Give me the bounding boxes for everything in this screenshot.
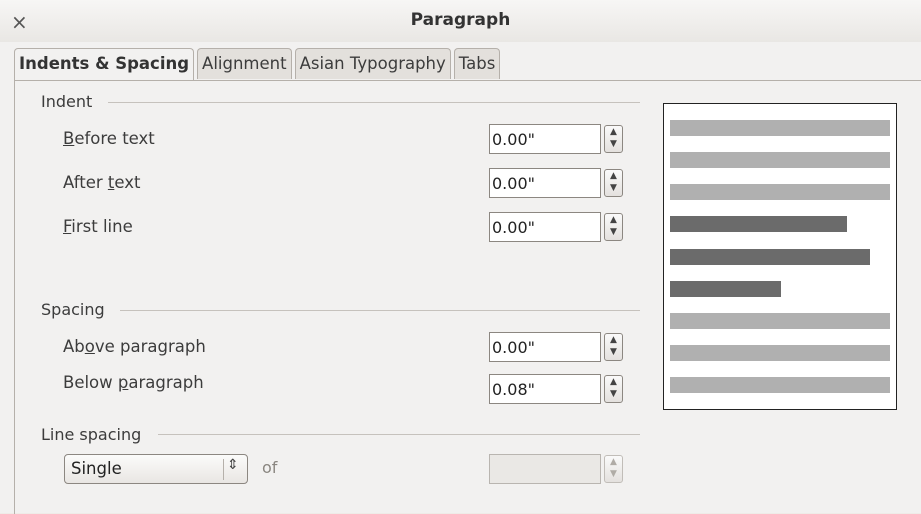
before-text-stepper-icon[interactable]: ▲ ▼ bbox=[604, 125, 623, 153]
spacing-divider bbox=[120, 310, 640, 311]
paragraph-dialog: × Paragraph Indents & Spacing Alignment … bbox=[0, 0, 921, 514]
above-paragraph-spinbox: 0.00" ▲ ▼ bbox=[489, 332, 627, 362]
first-line-stepper-icon[interactable]: ▲ ▼ bbox=[604, 213, 623, 241]
preview-line bbox=[670, 152, 890, 168]
before-text-input[interactable]: 0.00" bbox=[489, 124, 601, 154]
tab-tabs[interactable]: Tabs bbox=[453, 48, 501, 79]
preview-line bbox=[670, 184, 890, 200]
preview-line-current bbox=[670, 249, 870, 265]
title-bar: × Paragraph bbox=[0, 0, 921, 42]
after-text-label: After text bbox=[63, 173, 141, 192]
up-down-chevron-icon: ⇕ bbox=[227, 457, 239, 473]
line-spacing-value-stepper-icon[interactable]: ▲ ▼ bbox=[604, 455, 623, 483]
after-text-input[interactable]: 0.00" bbox=[489, 168, 601, 198]
below-paragraph-spinbox: 0.08" ▲ ▼ bbox=[489, 374, 627, 404]
above-paragraph-stepper-icon[interactable]: ▲ ▼ bbox=[604, 333, 623, 361]
first-line-spinbox: 0.00" ▲ ▼ bbox=[489, 212, 627, 242]
combo-separator bbox=[223, 459, 224, 480]
tab-indents-spacing[interactable]: Indents & Spacing bbox=[14, 48, 195, 81]
line-spacing-value-input[interactable] bbox=[489, 454, 601, 484]
below-paragraph-label: Below paragraph bbox=[63, 373, 204, 392]
line-spacing-select[interactable]: Single ⇕ bbox=[64, 454, 248, 484]
first-line-label: First line bbox=[63, 217, 133, 236]
before-text-spinbox: 0.00" ▲ ▼ bbox=[489, 124, 627, 154]
line-spacing-divider bbox=[158, 434, 640, 435]
above-paragraph-input[interactable]: 0.00" bbox=[489, 332, 601, 362]
preview-line-current bbox=[670, 216, 847, 232]
preview-line bbox=[670, 120, 890, 136]
first-line-input[interactable]: 0.00" bbox=[489, 212, 601, 242]
spacing-heading: Spacing bbox=[41, 300, 105, 319]
preview-line bbox=[670, 377, 890, 393]
tab-asian-typography[interactable]: Asian Typography bbox=[294, 48, 451, 79]
before-text-label: Before text bbox=[63, 129, 155, 148]
tab-alignment[interactable]: Alignment bbox=[197, 48, 292, 79]
paragraph-preview bbox=[663, 103, 897, 410]
above-paragraph-label: Above paragraph bbox=[63, 337, 206, 356]
below-paragraph-stepper-icon[interactable]: ▲ ▼ bbox=[604, 375, 623, 403]
dialog-title: Paragraph bbox=[410, 10, 511, 30]
preview-line bbox=[670, 313, 890, 329]
indent-divider bbox=[108, 102, 640, 103]
line-spacing-selected: Single bbox=[71, 459, 122, 478]
preview-line-current bbox=[670, 281, 781, 297]
below-paragraph-input[interactable]: 0.08" bbox=[489, 374, 601, 404]
tab-bar: Indents & Spacing Alignment Asian Typogr… bbox=[14, 48, 503, 81]
line-spacing-value-spinbox: ▲ ▼ bbox=[489, 454, 627, 484]
after-text-stepper-icon[interactable]: ▲ ▼ bbox=[604, 169, 623, 197]
after-text-spinbox: 0.00" ▲ ▼ bbox=[489, 168, 627, 198]
line-spacing-heading: Line spacing bbox=[41, 425, 142, 444]
of-label: of bbox=[262, 458, 278, 477]
preview-line bbox=[670, 345, 890, 361]
indent-heading: Indent bbox=[41, 92, 93, 111]
